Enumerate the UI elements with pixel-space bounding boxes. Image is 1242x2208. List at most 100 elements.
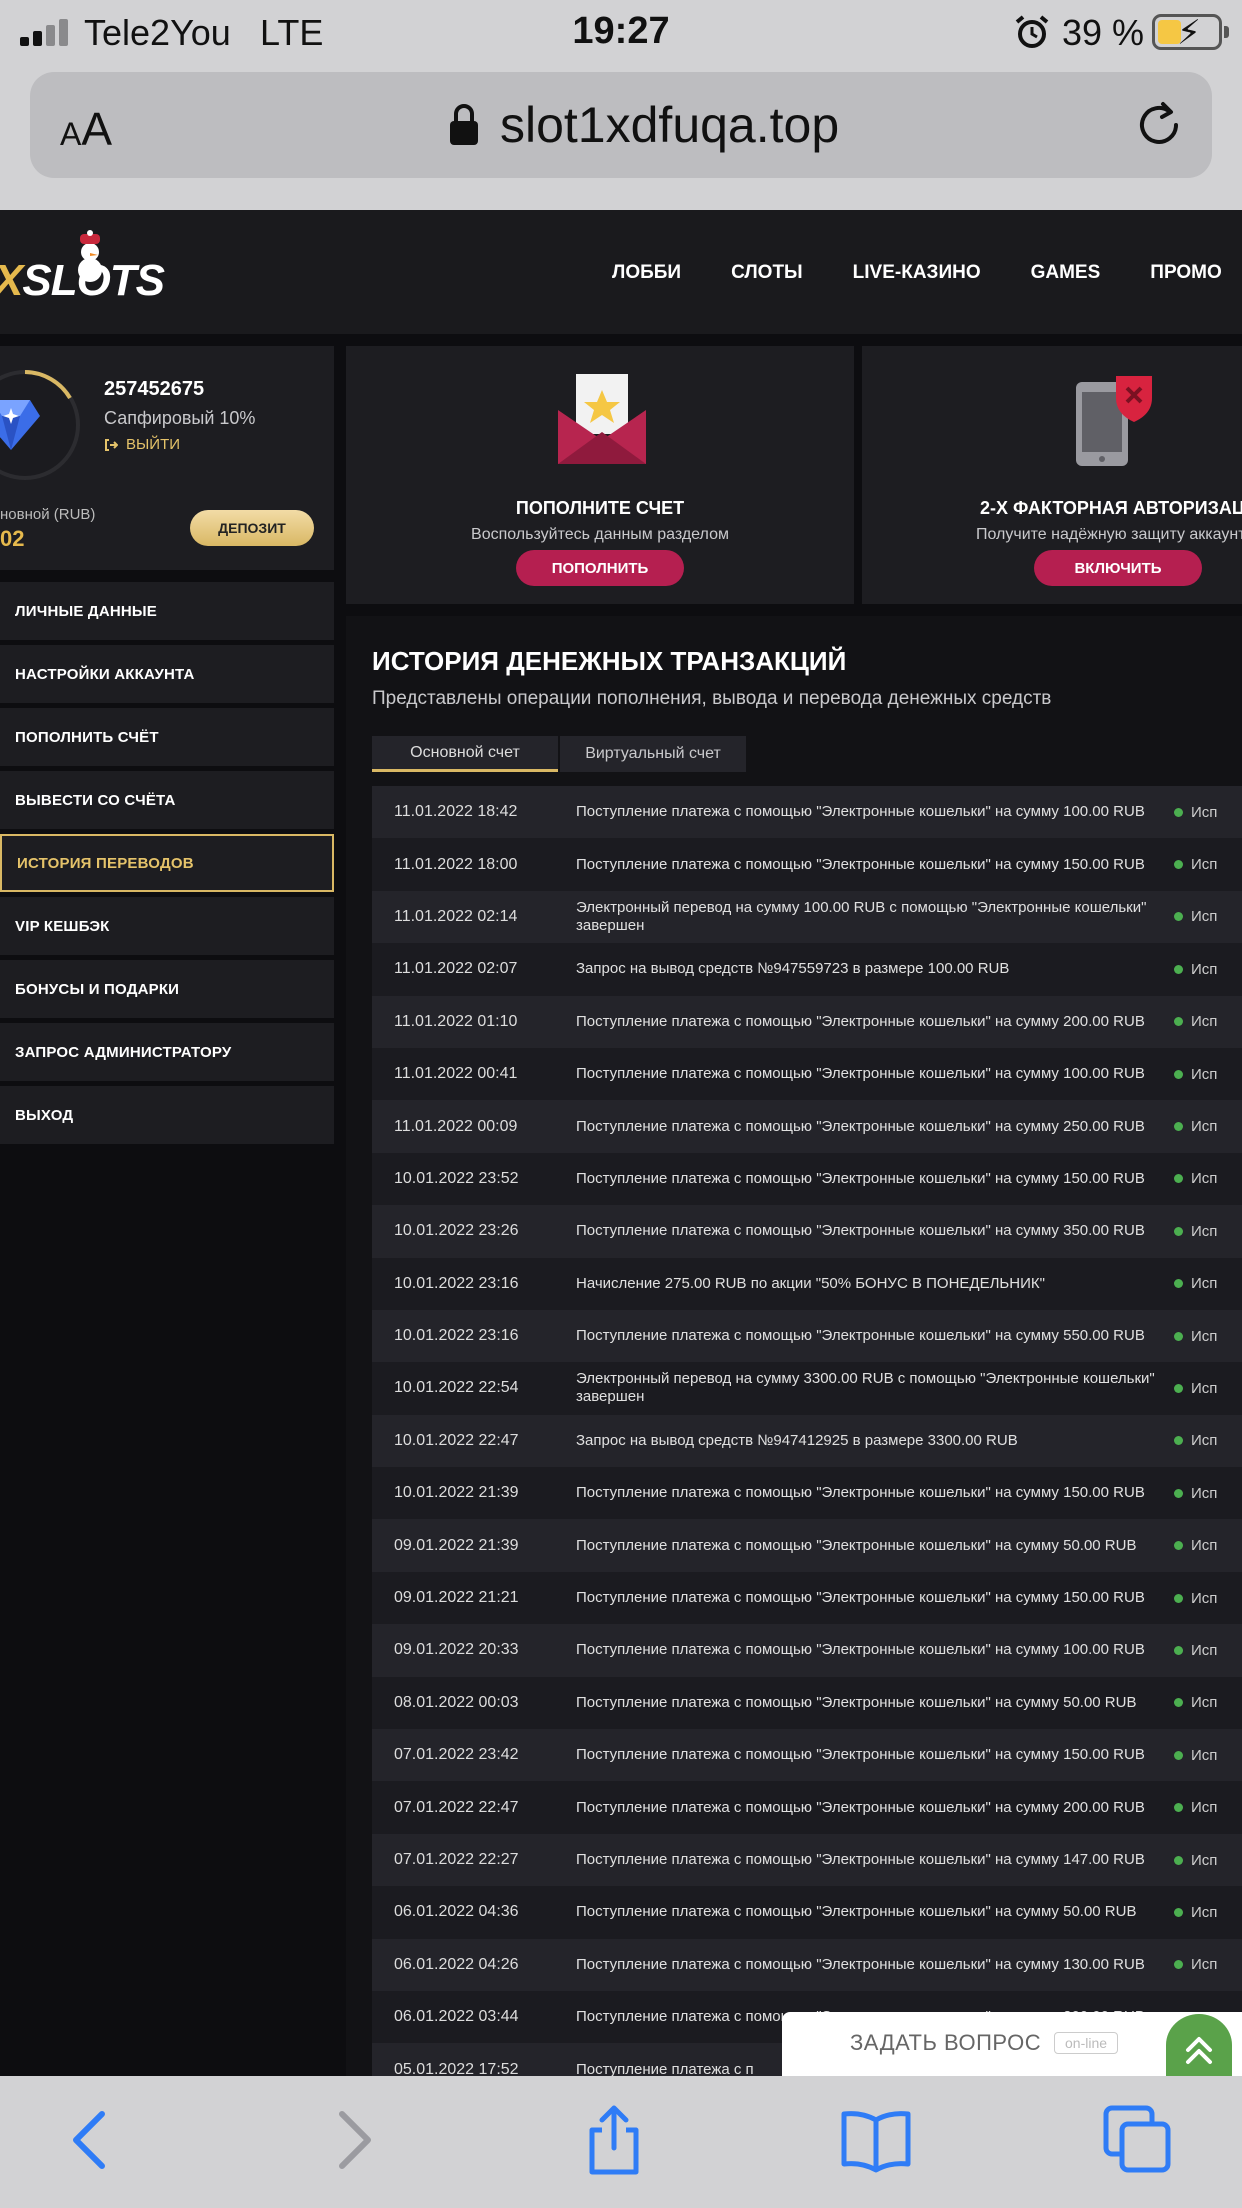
deposit-button[interactable]: ДЕПОЗИТ bbox=[190, 510, 314, 546]
tx-status: Исп bbox=[1172, 1642, 1242, 1659]
tx-description: Поступление платежа с помощью "Электронн… bbox=[576, 855, 1145, 873]
tx-description: Поступление платежа с помощью "Электронн… bbox=[576, 1065, 1145, 1083]
sidebar-item-bonuses[interactable]: БОНУСЫ И ПОДАРКИ bbox=[0, 960, 334, 1018]
sidebar-item-admin-request[interactable]: ЗАПРОС АДМИНИСТРАТОРУ bbox=[0, 1023, 334, 1081]
bookmarks-icon[interactable] bbox=[840, 2104, 912, 2176]
table-row: 11.01.2022 00:09 Поступление платежа с по… bbox=[372, 1100, 1242, 1153]
tx-description: Электронный перевод на сумму 100.00 RUB … bbox=[576, 898, 1147, 934]
promo-title: ПОПОЛНИТЕ СЧЕТ bbox=[515, 498, 685, 518]
chat-widget[interactable]: ЗАДАТЬ ВОПРОС on-line bbox=[782, 2012, 1242, 2076]
table-row: 10.01.2022 22:54 Электронный перевод на с… bbox=[372, 1362, 1242, 1415]
status-dot bbox=[1174, 860, 1183, 870]
main-nav: ЛОББИ СЛОТЫ LIVE-КАЗИНО GAMES ПРОМО bbox=[612, 262, 1222, 284]
tab-virtual-account[interactable]: Виртуальный счет bbox=[560, 736, 746, 772]
sidebar-item-exit[interactable]: ВЫХОД bbox=[0, 1086, 334, 1144]
alarm-icon bbox=[1015, 15, 1049, 48]
table-row: 09.01.2022 20:33 Поступление платежа с по… bbox=[372, 1624, 1242, 1677]
table-row: 09.01.2022 21:21 Поступление платежа с по… bbox=[372, 1571, 1242, 1625]
logout-link[interactable]: ВЫЙТИ bbox=[104, 436, 180, 453]
promo-title: 2-Х ФАКТОРНАЯ АВТОРИЗАЦИ bbox=[980, 498, 1242, 518]
tx-description: Поступление платежа с помощью "Электронн… bbox=[576, 1012, 1145, 1030]
forward-icon[interactable] bbox=[316, 2104, 388, 2176]
table-row: 10.01.2022 23:26 Поступление платежа с по… bbox=[372, 1205, 1242, 1258]
account-sidebar: ЛИЧНЫЕ ДАННЫЕ НАСТРОЙКИ АККАУНТА ПОПОЛНИ… bbox=[0, 582, 334, 1149]
table-row: 10.01.2022 22:47 Запрос на вывод средств … bbox=[372, 1414, 1242, 1468]
status-dot bbox=[1174, 1907, 1183, 1917]
tx-description: Поступление платежа с помощью "Электронн… bbox=[576, 803, 1145, 821]
status-dot bbox=[1174, 1226, 1183, 1236]
tx-description: Поступление платежа с помощью "Электронн… bbox=[576, 1798, 1145, 1816]
browser-address-area: AA slot1xdfuqa.top bbox=[0, 64, 1242, 210]
scroll-up-icon[interactable] bbox=[1166, 2014, 1232, 2076]
status-dot bbox=[1174, 912, 1183, 922]
tx-description: Поступление платежа с помощью "Электронн… bbox=[576, 1484, 1145, 1502]
tx-description: Поступление платежа с помощью "Электронн… bbox=[576, 1327, 1145, 1345]
table-row: 07.01.2022 22:27 Поступление платежа с по… bbox=[372, 1833, 1242, 1887]
tx-status: Исп bbox=[1172, 1380, 1242, 1397]
tx-date: 07.01.2022 23:42 bbox=[394, 1746, 519, 1764]
tx-status: Исп bbox=[1172, 1432, 1242, 1449]
table-row: 10.01.2022 23:16 Поступление платежа с по… bbox=[372, 1309, 1242, 1363]
enable-2fa-button[interactable]: ВКЛЮЧИТЬ bbox=[1034, 550, 1202, 586]
tx-status: Исп bbox=[1172, 1328, 1242, 1345]
sidebar-item-account-settings[interactable]: НАСТРОЙКИ АККАУНТА bbox=[0, 645, 334, 703]
tx-date: 10.01.2022 23:16 bbox=[394, 1327, 519, 1345]
status-dot bbox=[1174, 1803, 1183, 1813]
vip-level: Сапфировый 10% bbox=[104, 408, 256, 428]
status-dot bbox=[1174, 1331, 1183, 1341]
promo-card-deposit: ПОПОЛНИТЕ СЧЕТ Воспользуйтесь данным раз… bbox=[346, 346, 854, 604]
sidebar-item-deposit[interactable]: ПОПОЛНИТЬ СЧЁТ bbox=[0, 708, 334, 766]
tx-date: 06.01.2022 03:44 bbox=[394, 2008, 519, 2026]
tx-description: Поступление платежа с помощью "Электронн… bbox=[576, 1117, 1145, 1135]
page-title: ИСТОРИЯ ДЕНЕЖНЫХ ТРАНЗАКЦИЙ bbox=[372, 646, 847, 676]
table-row: 11.01.2022 02:14 Электронный перевод на с… bbox=[372, 890, 1242, 944]
envelope-star-icon bbox=[558, 374, 646, 464]
tx-date: 09.01.2022 21:21 bbox=[394, 1589, 519, 1607]
reload-icon[interactable] bbox=[1132, 98, 1186, 152]
share-icon[interactable] bbox=[578, 2104, 650, 2176]
nav-live-casino[interactable]: LIVE-КАЗИНО bbox=[853, 262, 981, 284]
nav-promo[interactable]: ПРОМО bbox=[1150, 262, 1221, 284]
table-row: 10.01.2022 21:39 Поступление платежа с по… bbox=[372, 1467, 1242, 1520]
tx-status: Исп bbox=[1172, 1275, 1242, 1292]
table-row: 11.01.2022 00:41 Поступление платежа с по… bbox=[372, 1047, 1242, 1101]
tx-description: Поступление платежа с помощью "Электронн… bbox=[576, 1222, 1145, 1240]
ask-question-label[interactable]: ЗАДАТЬ ВОПРОС bbox=[850, 2030, 1041, 2056]
tx-description: Запрос на вывод средств №947559723 в раз… bbox=[576, 960, 1010, 978]
tx-description: Поступление платежа с помощью "Электронн… bbox=[576, 1169, 1145, 1187]
topup-button[interactable]: ПОПОЛНИТЬ bbox=[516, 550, 684, 586]
tx-status: Исп bbox=[1172, 1118, 1242, 1135]
table-row: 11.01.2022 18:00 Поступление платежа с по… bbox=[372, 838, 1242, 891]
tx-description: Поступление платежа с помощью "Электронн… bbox=[576, 1693, 1137, 1711]
back-icon[interactable] bbox=[56, 2104, 128, 2176]
nav-lobby[interactable]: ЛОББИ bbox=[612, 262, 681, 284]
tx-date: 11.01.2022 18:00 bbox=[394, 855, 518, 873]
tx-status: Исп bbox=[1172, 1537, 1242, 1554]
nav-slots[interactable]: СЛОТЫ bbox=[731, 262, 803, 284]
tx-description: Начисление 275.00 RUB по акции "50% БОНУ… bbox=[576, 1274, 1045, 1292]
site-logo[interactable]: XSLOTS bbox=[0, 230, 174, 310]
tabs-icon[interactable] bbox=[1102, 2104, 1174, 2176]
status-dot bbox=[1174, 1436, 1183, 1446]
sidebar-item-personal-data[interactable]: ЛИЧНЫЕ ДАННЫЕ bbox=[0, 582, 334, 640]
promo-subtitle: Получите надёжную защиту аккаунт bbox=[976, 526, 1242, 543]
tx-date: 10.01.2022 23:16 bbox=[394, 1274, 519, 1292]
tx-status: Исп bbox=[1172, 1799, 1242, 1816]
address-bar[interactable]: AA slot1xdfuqa.top bbox=[30, 72, 1212, 178]
sidebar-item-vip-cashback[interactable]: VIP КЕШБЭК bbox=[0, 897, 334, 955]
sidebar-item-withdraw[interactable]: ВЫВЕСТИ СО СЧЁТА bbox=[0, 771, 334, 829]
tab-main-account[interactable]: Основной счет bbox=[372, 736, 558, 772]
status-dot bbox=[1174, 1069, 1183, 1079]
sidebar-item-transfer-history[interactable]: ИСТОРИЯ ПЕРЕВОДОВ bbox=[0, 834, 334, 892]
tx-description: Поступление платежа с помощью "Электронн… bbox=[576, 1851, 1145, 1868]
table-row: 07.01.2022 23:42 Поступление платежа с по… bbox=[372, 1729, 1242, 1782]
tx-date: 10.01.2022 22:47 bbox=[394, 1431, 519, 1449]
table-row: 10.01.2022 23:16 Начисление 275.00 RUB по… bbox=[372, 1257, 1242, 1310]
text-size-button[interactable]: AA bbox=[60, 102, 112, 156]
table-row: 07.01.2022 22:47 Поступление платежа с по… bbox=[372, 1781, 1242, 1834]
status-dot bbox=[1174, 1698, 1183, 1708]
tx-date: 10.01.2022 22:54 bbox=[394, 1379, 519, 1397]
status-dot bbox=[1174, 1750, 1183, 1760]
tx-date: 11.01.2022 02:07 bbox=[394, 960, 518, 978]
nav-games[interactable]: GAMES bbox=[1031, 262, 1101, 284]
